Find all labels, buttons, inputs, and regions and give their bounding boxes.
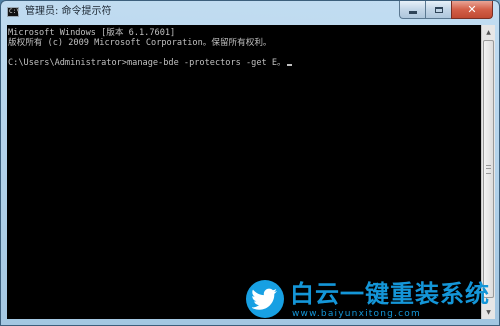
command-text: C:\Users\Administrator>manage-bde -prote… <box>8 58 286 68</box>
close-button[interactable]: ✕ <box>451 1 493 19</box>
scroll-grip-icon <box>486 165 491 174</box>
console-line-command: C:\Users\Administrator>manage-bde -prote… <box>8 58 481 68</box>
console-output[interactable]: Microsoft Windows [版本 6.1.7601] 版权所有 (c)… <box>7 25 481 319</box>
close-icon: ✕ <box>467 3 477 16</box>
console-line-copyright: 版权所有 (c) 2009 Microsoft Corporation。保留所有… <box>8 38 272 48</box>
scroll-thumb[interactable] <box>483 40 494 298</box>
minimize-button[interactable] <box>399 1 425 19</box>
watermark-url: www.baiyunxitong.com <box>292 309 421 319</box>
watermark-title: 白云一键重装系统 <box>290 280 490 308</box>
maximize-icon <box>434 6 443 13</box>
watermark: 白云一键重装系统 www.baiyunxitong.com <box>246 278 496 322</box>
scroll-up-arrow-icon[interactable]: ▲ <box>482 25 495 39</box>
cmd-icon: C:\ <box>7 7 20 17</box>
window-title: 管理员: 命令提示符 <box>25 6 112 17</box>
vertical-scrollbar[interactable]: ▲ ▼ <box>481 25 495 319</box>
text-cursor <box>286 64 292 66</box>
title-bar[interactable]: C:\ 管理员: 命令提示符 ✕ <box>1 1 499 25</box>
caption-buttons: ✕ <box>399 1 493 19</box>
console-line-version: Microsoft Windows [版本 6.1.7601] <box>8 28 176 38</box>
bird-icon <box>246 280 284 318</box>
minimize-icon <box>408 10 417 14</box>
maximize-button[interactable] <box>425 1 451 19</box>
